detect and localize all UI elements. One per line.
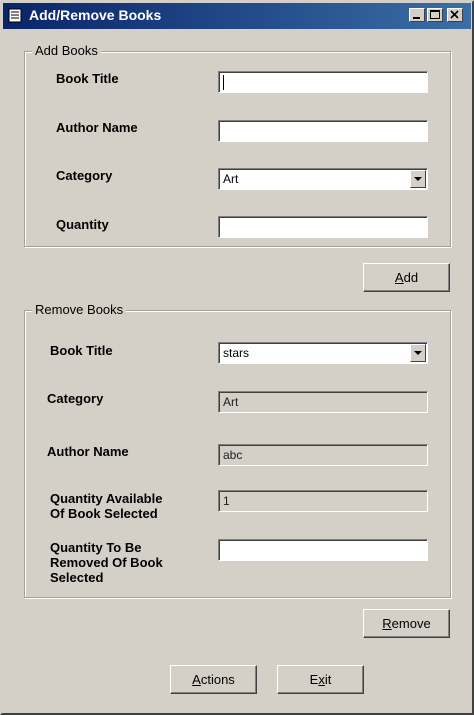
chevron-down-icon: [414, 351, 422, 355]
minimize-button[interactable]: [409, 8, 425, 22]
text-caret: [223, 75, 224, 90]
quantity-to-remove-label-line2: Removed Of Book: [50, 555, 163, 570]
remove-book-title-dropdown[interactable]: stars: [218, 342, 428, 364]
chevron-down-icon: [414, 177, 422, 181]
window-title: Add/Remove Books: [29, 7, 162, 23]
actions-button[interactable]: Actions: [170, 665, 257, 694]
quantity-available-value: 1: [223, 494, 230, 508]
remove-category-field: Art: [218, 391, 428, 413]
quantity-available-label-line1: Quantity Available: [50, 491, 163, 506]
maximize-icon: [430, 10, 440, 19]
add-category-value: Art: [223, 172, 239, 186]
remove-book-title-dropdown-button[interactable]: [410, 344, 426, 362]
exit-button[interactable]: Ex it: [277, 665, 364, 694]
exit-button-label-start: E: [309, 672, 319, 687]
minimize-icon: [413, 17, 420, 19]
quantity-available-label-line2: Of Book Selected: [50, 506, 158, 521]
remove-author-name-field: abc: [218, 444, 428, 466]
add-book-title-input[interactable]: [218, 71, 428, 93]
remove-button[interactable]: Remove: [363, 609, 450, 638]
remove-author-name-label: Author Name: [47, 444, 129, 459]
add-books-legend: Add Books: [32, 43, 101, 58]
close-button[interactable]: [447, 8, 463, 22]
actions-button-label: ctions: [200, 672, 235, 687]
quantity-to-remove-label: Quantity To Be Removed Of Book Selected: [50, 540, 163, 585]
remove-category-label: Category: [47, 391, 104, 406]
remove-button-label: emove: [391, 616, 431, 631]
remove-book-title-value: stars: [223, 346, 250, 360]
add-category-dropdown[interactable]: Art: [218, 168, 428, 190]
add-category-label: Category: [56, 168, 113, 183]
remove-books-legend: Remove Books: [32, 302, 127, 317]
maximize-button[interactable]: [427, 8, 443, 22]
add-quantity-label: Quantity: [56, 217, 109, 232]
add-button-label: dd: [403, 270, 419, 285]
remove-author-name-value: abc: [223, 448, 243, 462]
remove-button-mnemonic: R: [382, 616, 392, 631]
exit-button-label-end: it: [324, 672, 332, 687]
close-icon: [450, 10, 459, 19]
window-content: Add Books Book Title Author Name Categor…: [4, 30, 470, 711]
quantity-to-remove-label-line1: Quantity To Be: [50, 540, 142, 555]
add-button-mnemonic: A: [394, 270, 404, 285]
remove-book-title-label: Book Title: [50, 343, 113, 358]
add-author-name-label: Author Name: [56, 120, 138, 135]
add-button[interactable]: Add: [363, 263, 450, 292]
add-category-dropdown-button[interactable]: [410, 170, 426, 188]
remove-category-value: Art: [223, 395, 239, 409]
book-icon: [8, 8, 22, 23]
add-book-title-label: Book Title: [56, 71, 119, 86]
title-bar[interactable]: Add/Remove Books: [3, 3, 471, 29]
add-author-name-input[interactable]: [218, 120, 428, 142]
add-quantity-input[interactable]: [218, 216, 428, 238]
quantity-available-field: 1: [218, 490, 428, 512]
quantity-available-label: Quantity Available Of Book Selected: [50, 491, 162, 521]
add-remove-books-window: Add/Remove Books Add Books Book Title Au…: [0, 0, 474, 715]
actions-button-mnemonic: A: [192, 672, 201, 687]
quantity-to-remove-label-line3: Selected: [50, 570, 104, 585]
quantity-to-remove-input[interactable]: [218, 539, 428, 561]
